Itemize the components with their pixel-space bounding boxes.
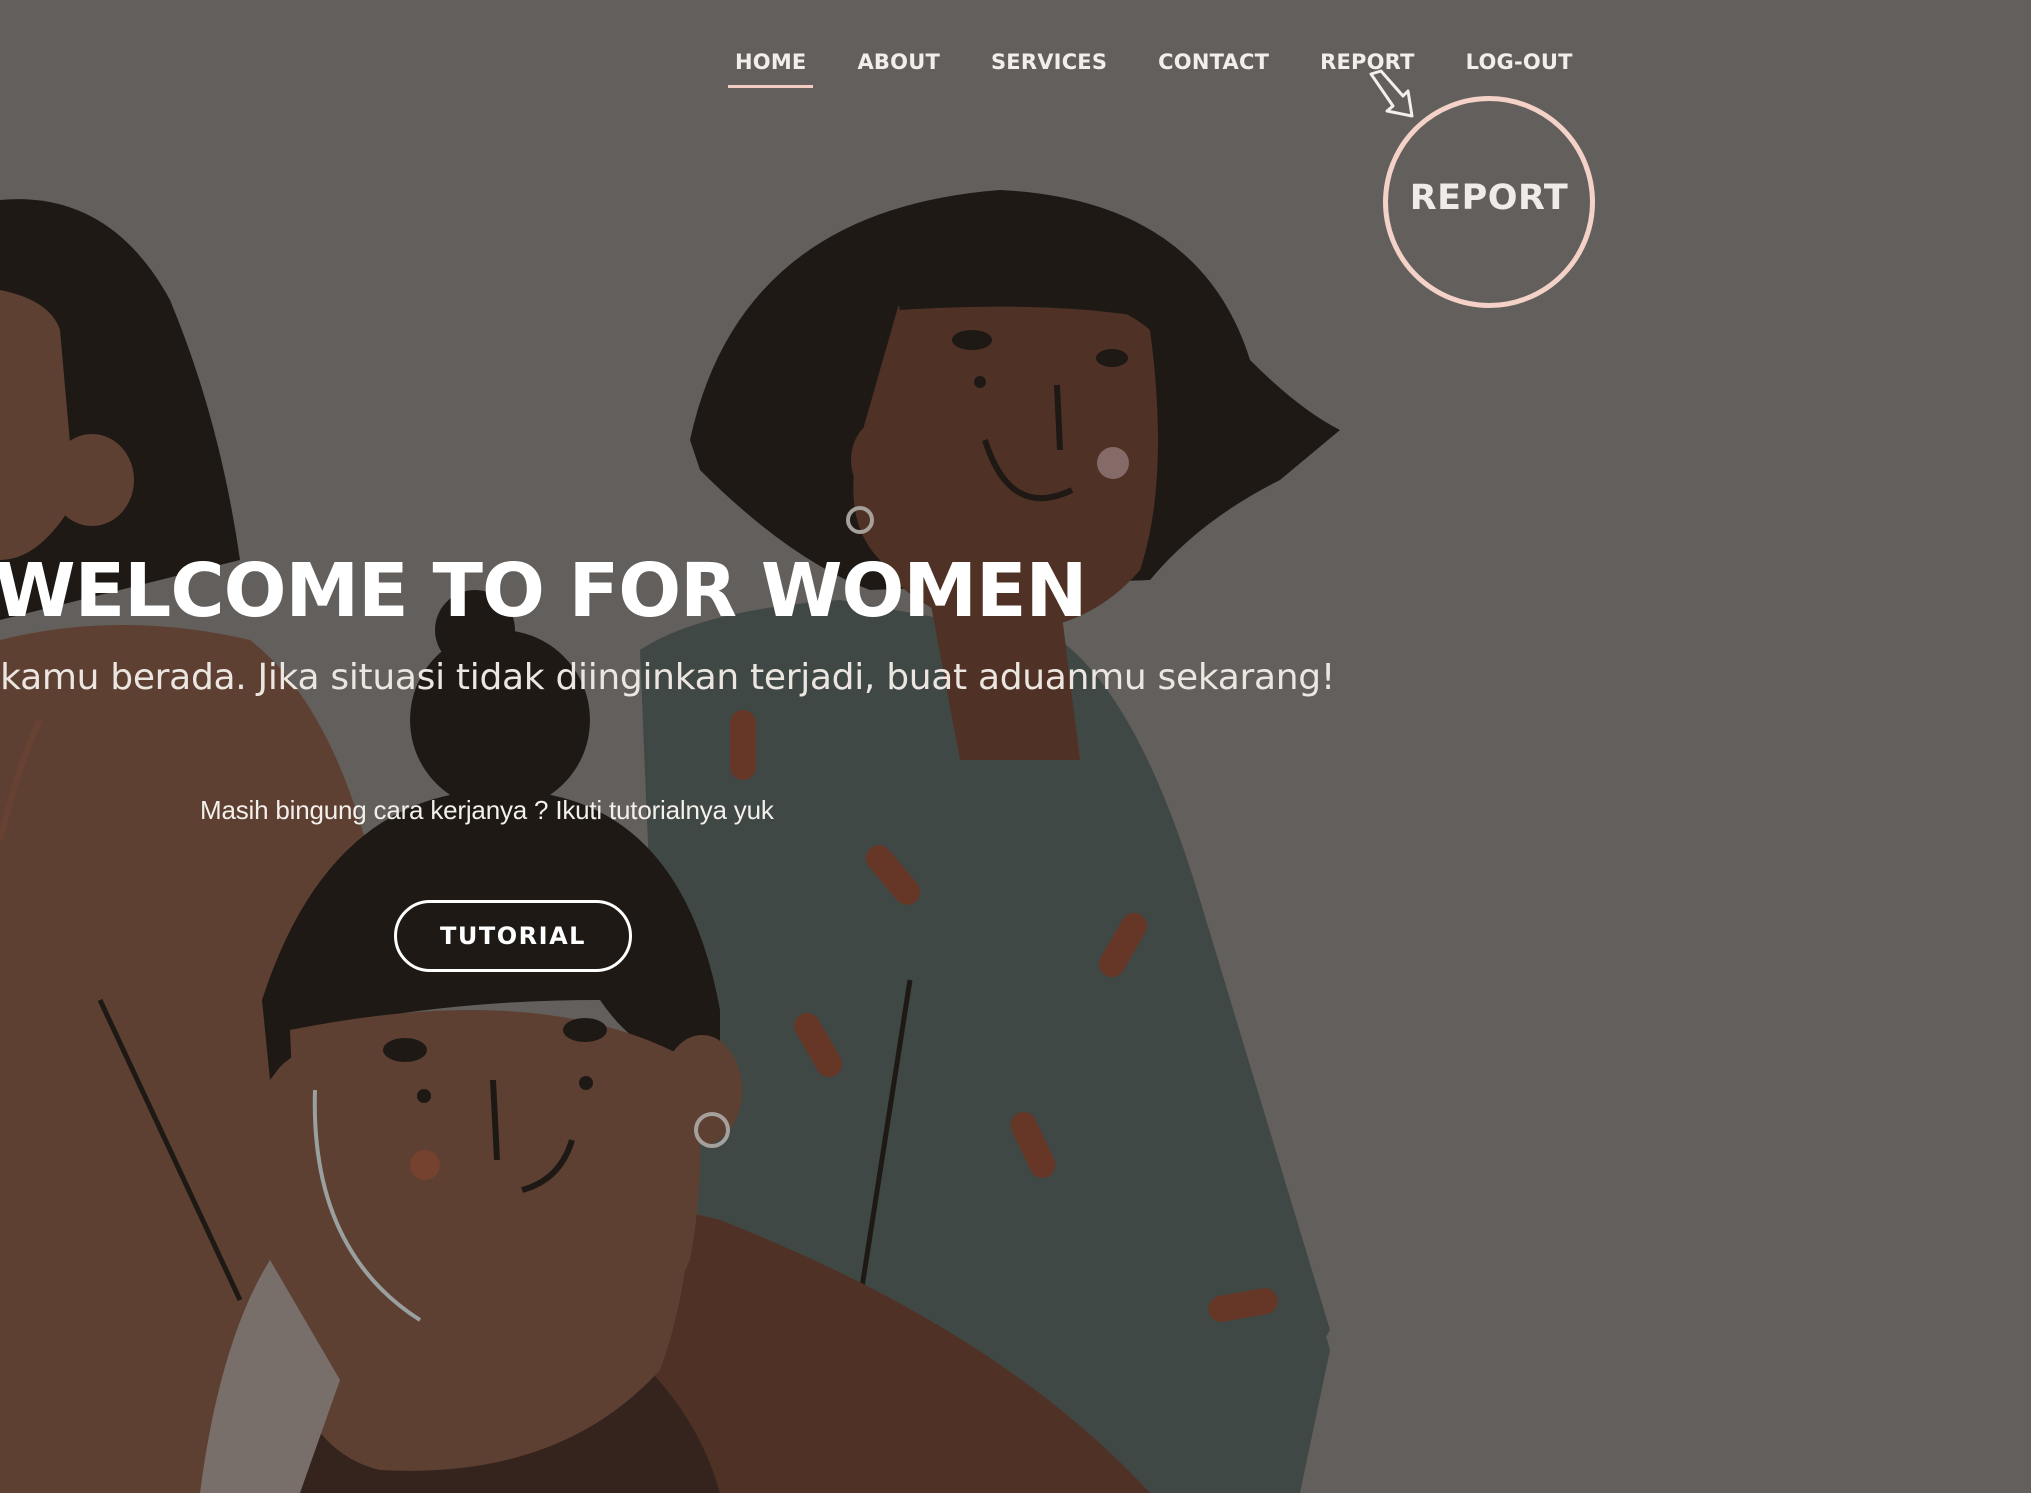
nav-about[interactable]: ABOUT	[857, 50, 940, 74]
nav-contact[interactable]: CONTACT	[1158, 50, 1269, 74]
tutorial-hint: Masih bingung cara kerjanya ? Ikuti tuto…	[200, 795, 774, 825]
nav-logout[interactable]: LOG-OUT	[1466, 50, 1573, 74]
report-callout-label: REPORT	[1409, 178, 1569, 218]
nav-home[interactable]: HOME	[727, 50, 815, 88]
main-navbar: HOME ABOUT SERVICES CONTACT REPORT LOG-O…	[727, 42, 1624, 88]
nav-services[interactable]: SERVICES	[991, 50, 1107, 74]
tutorial-button[interactable]: TUTORIAL	[394, 900, 632, 972]
report-callout: REPORT	[1383, 96, 1595, 308]
hero-subtitle: un kamu berada. Jika situasi tidak diing…	[0, 657, 1335, 698]
dark-overlay	[0, 0, 2031, 1493]
hero-section	[0, 0, 2031, 1493]
hero-title: WELCOME TO FOR WOMEN	[0, 548, 1087, 634]
arrow-pointer-icon	[1369, 69, 1414, 118]
